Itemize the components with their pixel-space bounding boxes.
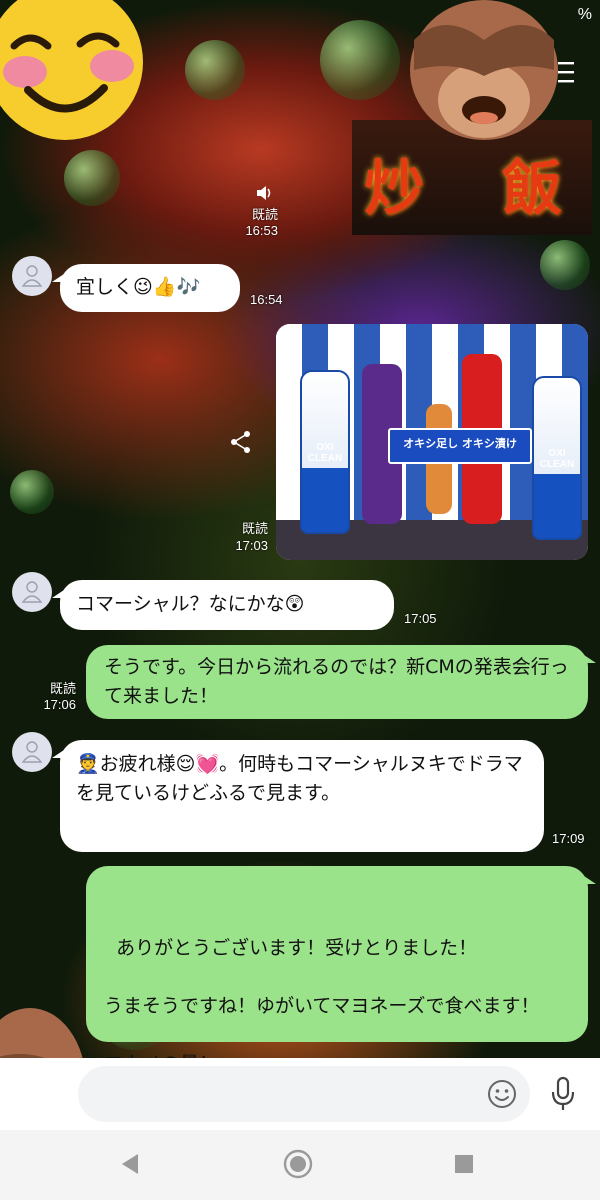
wallpaper-bubble xyxy=(540,240,590,290)
back-triangle-icon[interactable] xyxy=(118,1152,142,1176)
bottle-label: OXI CLEAN xyxy=(307,442,343,464)
message-time: 17:05 xyxy=(404,611,437,626)
see-no-evil-monkey-icon xyxy=(410,0,558,140)
person-icon xyxy=(22,581,42,603)
recents-square-icon[interactable] xyxy=(454,1154,474,1174)
sticker-char-1: 炒 xyxy=(364,154,424,224)
message-time: 17:06 xyxy=(43,697,76,712)
avatar[interactable] xyxy=(12,572,52,612)
chat-bubble-incoming[interactable]: 宜しく😉👍🎶 xyxy=(52,264,240,312)
chat-photo[interactable]: OXI CLEAN OXI CLEAN オキシ足し オキシ漬け xyxy=(276,324,588,560)
share-icon[interactable] xyxy=(230,430,252,454)
microphone-icon[interactable] xyxy=(550,1076,576,1112)
message-text: コマーシャル？なにかな😲 xyxy=(76,593,305,615)
wallpaper-bubble xyxy=(64,150,120,206)
chat-bubble-outgoing[interactable]: ありがとうございます！受けとりました！ うまそうですね！ゆがいてマヨネーズで食べ… xyxy=(86,866,596,1075)
message-input[interactable] xyxy=(78,1066,530,1122)
message-input-bar xyxy=(0,1058,600,1130)
read-receipt: 既読 xyxy=(251,207,278,222)
smiley-icon[interactable] xyxy=(486,1078,518,1110)
avatar[interactable] xyxy=(12,732,52,772)
message-time: 16:54 xyxy=(250,292,283,307)
bubble-tail xyxy=(584,655,596,663)
hamburger-icon[interactable] xyxy=(558,60,574,84)
message-text: そうです。今日から流れるのでは？新CMの発表会行って来ました！ xyxy=(104,656,569,707)
chat-bubble-incoming[interactable]: コマーシャル？なにかな😲 xyxy=(52,580,394,630)
photo-bottle-left: OXI CLEAN xyxy=(300,370,350,534)
avatar[interactable] xyxy=(12,256,52,296)
chat-bubble-incoming[interactable]: 👮お疲れ様😌💓。何時もコマーシャルヌキでドラマを見ているけどふるで見ます。 xyxy=(52,740,544,852)
photo-banner: オキシ足し オキシ漬け xyxy=(388,428,532,464)
photo-bottle-right: OXI CLEAN xyxy=(532,376,582,540)
person-icon xyxy=(22,741,42,763)
smiling-face-icon xyxy=(0,0,143,140)
bubble-tail xyxy=(584,876,596,884)
sticker-char-2: 飯 xyxy=(502,154,562,224)
message-text: 宜しく😉👍🎶 xyxy=(76,276,201,298)
message-time: 16:53 xyxy=(245,223,278,238)
bottle-label: OXI CLEAN xyxy=(539,448,575,470)
speaker-icon xyxy=(257,186,271,200)
bubble-tail xyxy=(52,274,64,282)
message-time: 17:09 xyxy=(552,831,585,846)
bubble-tail xyxy=(52,750,64,758)
chat-bubble-outgoing[interactable]: そうです。今日から流れるのでは？新CMの発表会行って来ました！ xyxy=(86,645,596,719)
home-circle-icon[interactable] xyxy=(282,1148,314,1180)
bubble-tail xyxy=(52,590,64,598)
person-icon xyxy=(22,265,42,287)
message-text: 👮お疲れ様😌💓。何時もコマーシャルヌキでドラマを見ているけどふるで見ます。 xyxy=(76,753,523,804)
read-receipt: 既読 xyxy=(241,521,268,536)
wallpaper-bubble xyxy=(185,40,245,100)
android-nav-bar xyxy=(0,1130,600,1200)
read-receipt: 既読 xyxy=(49,681,76,696)
message-time: 17:03 xyxy=(235,538,268,553)
wallpaper-bubble xyxy=(10,470,54,514)
